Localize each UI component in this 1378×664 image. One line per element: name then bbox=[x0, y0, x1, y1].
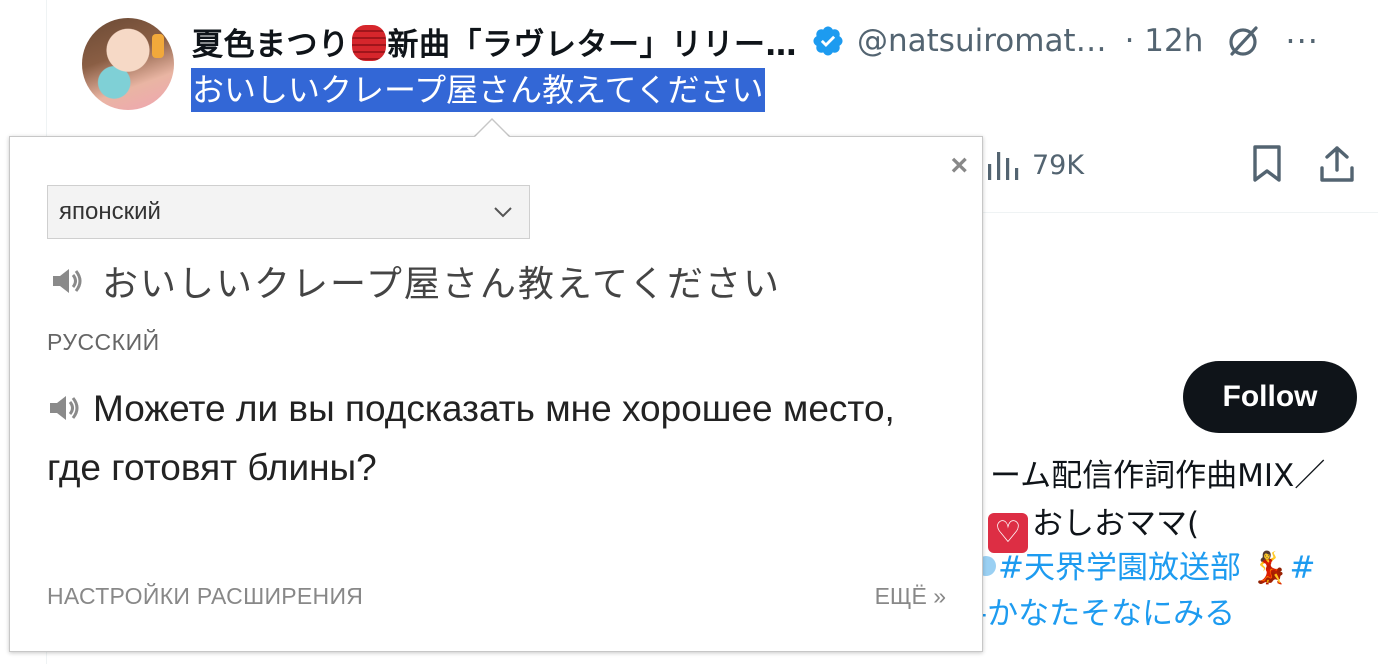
share-icon[interactable] bbox=[1318, 144, 1356, 184]
lantern-icon bbox=[351, 24, 386, 61]
source-language-value: японский bbox=[59, 198, 161, 225]
author-name-part2: 新曲「ラヴレター」リリー… bbox=[387, 26, 797, 63]
avatar-bow-decoration bbox=[152, 34, 164, 58]
translation-text-block: Можете ли вы подсказать мне хорошее мест… bbox=[47, 379, 927, 497]
views-count: 79K bbox=[1032, 149, 1085, 181]
follow-button[interactable]: Follow bbox=[1183, 361, 1357, 433]
profile-bio-line-3[interactable]: #天界学園放送部 💃# bbox=[976, 542, 1315, 587]
bio-line-2-text: おしおママ( bbox=[1032, 506, 1200, 542]
source-text: おいしいクレープ屋さん教えてください bbox=[102, 264, 781, 305]
more-options-icon[interactable]: ··· bbox=[1285, 22, 1319, 60]
views-metric[interactable]: 79K bbox=[986, 140, 1084, 190]
chevron-down-icon bbox=[494, 207, 512, 218]
hashtag-link-tail[interactable]: # bbox=[1289, 550, 1315, 586]
tweet-timestamp[interactable]: · 12h bbox=[1125, 23, 1204, 59]
grok-icon[interactable] bbox=[1225, 23, 1261, 59]
tweet-divider bbox=[983, 212, 1378, 213]
tweet-text-selected: おいしいクレープ屋さん教えてください bbox=[191, 68, 765, 112]
author-avatar[interactable] bbox=[82, 18, 174, 110]
popup-pointer-fill bbox=[475, 120, 509, 137]
bookmark-icon[interactable] bbox=[1250, 144, 1284, 184]
author-name-part1: 夏色まつり bbox=[192, 26, 350, 63]
profile-bio-line-4[interactable]: -かなたそなにみる bbox=[976, 588, 1235, 633]
source-language-select[interactable]: японский bbox=[47, 185, 530, 239]
target-language-label: РУССКИЙ bbox=[47, 329, 160, 355]
verified-badge-icon bbox=[813, 26, 843, 56]
hashtag-link[interactable]: #天界学園放送部 bbox=[998, 550, 1241, 586]
source-text-row: おいしいクレープ屋さん教えてください bbox=[50, 255, 781, 307]
translation-text: Можете ли вы подсказать мне хорошее мест… bbox=[47, 388, 895, 488]
close-icon[interactable]: × bbox=[950, 151, 968, 181]
more-link[interactable]: ЕЩЁ » bbox=[875, 583, 946, 610]
dancer-icon: 💃 bbox=[1250, 550, 1290, 586]
author-handle[interactable]: @natsuiromat… bbox=[857, 23, 1107, 59]
views-chart-icon bbox=[988, 152, 1019, 180]
speaker-icon[interactable] bbox=[50, 266, 84, 296]
author-name[interactable]: 夏色まつり 新曲「ラヴレター」リリー… bbox=[192, 19, 797, 64]
speaker-icon[interactable] bbox=[47, 393, 81, 423]
tweet-header: 夏色まつり 新曲「ラヴレター」リリー… @natsuiromat… · 12h ·… bbox=[192, 18, 1319, 64]
translation-popup: × японский おいしいクレープ屋さん教えてください РУССКИЙ Мо… bbox=[9, 136, 983, 652]
extension-settings-link[interactable]: НАСТРОЙКИ РАСШИРЕНИЯ bbox=[47, 583, 363, 610]
profile-bio-line-1: ーム配信作詞作曲MIX／ bbox=[990, 458, 1326, 494]
